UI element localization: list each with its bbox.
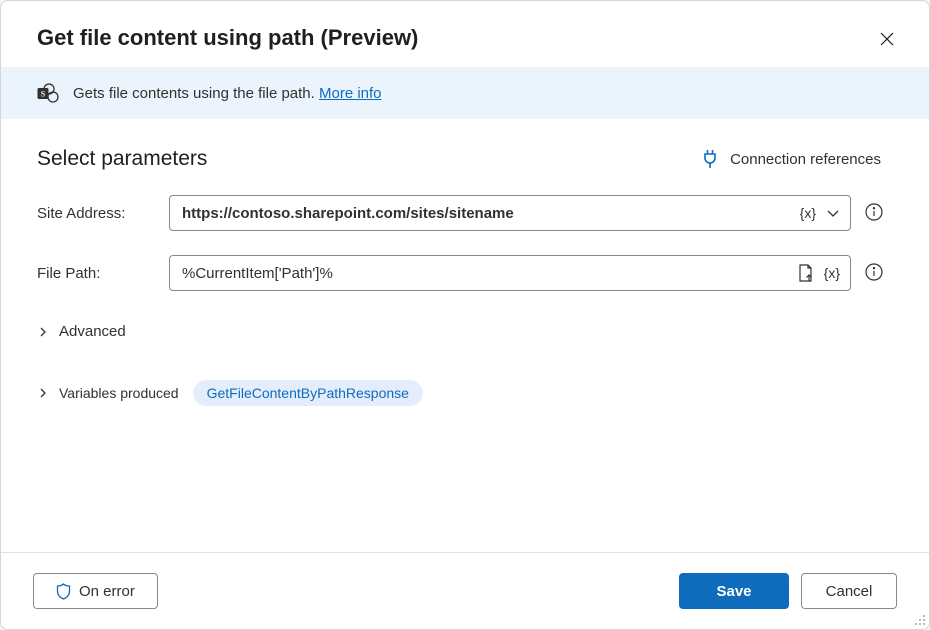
file-path-row: File Path: {x} <box>37 255 893 291</box>
shield-icon <box>56 583 71 600</box>
site-address-row: Site Address: {x} <box>37 195 893 231</box>
info-icon <box>865 263 883 281</box>
dialog-content: Select parameters Connection references … <box>1 119 929 552</box>
variable-token-button[interactable]: {x} <box>822 263 842 283</box>
info-banner: S Gets file contents using the file path… <box>1 67 929 119</box>
resize-grip[interactable] <box>913 613 927 627</box>
file-path-input-wrapper[interactable]: {x} <box>169 255 851 291</box>
chevron-down-icon <box>826 206 840 220</box>
advanced-expander[interactable]: Advanced <box>37 315 893 348</box>
dialog-title: Get file content using path (Preview) <box>37 25 418 51</box>
section-header: Select parameters Connection references <box>37 147 893 171</box>
chevron-right-icon[interactable] <box>37 387 49 399</box>
sharepoint-icon: S <box>37 83 59 103</box>
save-button[interactable]: Save <box>679 573 789 609</box>
banner-text-container: Gets file contents using the file path. … <box>73 85 382 102</box>
cancel-label: Cancel <box>826 583 873 600</box>
more-info-link[interactable]: More info <box>319 85 382 102</box>
section-title: Select parameters <box>37 147 207 171</box>
site-address-info[interactable] <box>865 203 893 224</box>
footer-right: Save Cancel <box>679 573 897 609</box>
variables-produced-label[interactable]: Variables produced <box>59 385 179 401</box>
connection-references-link[interactable]: Connection references <box>702 149 893 169</box>
site-address-input-wrapper[interactable]: {x} <box>169 195 851 231</box>
dialog-header: Get file content using path (Preview) <box>1 1 929 67</box>
banner-text: Gets file contents using the file path. <box>73 85 319 102</box>
dialog-footer: On error Save Cancel <box>1 552 929 629</box>
dialog-container: Get file content using path (Preview) S … <box>0 0 930 630</box>
save-label: Save <box>702 583 766 600</box>
on-error-button[interactable]: On error <box>33 573 158 609</box>
file-picker-button[interactable] <box>796 262 816 284</box>
info-icon <box>865 203 883 221</box>
variables-produced-row: Variables produced GetFileContentByPathR… <box>37 372 893 414</box>
svg-text:S: S <box>41 89 46 98</box>
advanced-label: Advanced <box>59 323 126 340</box>
on-error-label: On error <box>79 583 135 600</box>
file-path-input[interactable] <box>182 265 790 282</box>
site-address-label: Site Address: <box>37 205 155 222</box>
connection-references-label: Connection references <box>730 151 881 168</box>
file-arrow-icon <box>798 264 814 282</box>
variable-token-button[interactable]: {x} <box>798 203 818 223</box>
close-button[interactable] <box>877 29 897 49</box>
cancel-button[interactable]: Cancel <box>801 573 897 609</box>
close-icon <box>880 32 894 46</box>
plug-icon <box>702 149 718 169</box>
file-path-label: File Path: <box>37 265 155 282</box>
dropdown-button[interactable] <box>824 204 842 222</box>
site-address-input[interactable] <box>182 205 792 222</box>
variable-chip[interactable]: GetFileContentByPathResponse <box>193 380 423 406</box>
chevron-right-icon <box>37 326 49 338</box>
file-path-info[interactable] <box>865 263 893 284</box>
